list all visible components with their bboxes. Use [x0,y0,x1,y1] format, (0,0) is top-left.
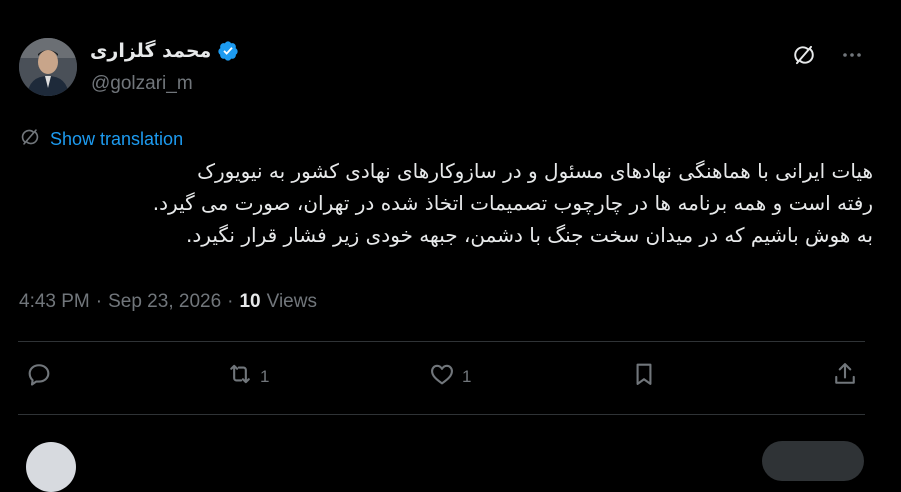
tweet-text-line: به هوش باشیم که در میدان سخت جنگ با دشمن… [186,223,873,247]
share-button[interactable] [831,360,859,393]
divider [18,414,865,415]
reply-icon [25,360,53,393]
tweet-text-line: رفته است و همه برنامه ها در چارچوب تصمیم… [152,191,873,215]
avatar-image [19,38,77,96]
avatar[interactable] [19,38,77,96]
views-label: Views [266,291,317,312]
tweet-text-line: هیات ایرانی با هماهنگی نهادهای مسئول و د… [197,159,873,183]
more-icon[interactable] [839,42,865,68]
divider [18,341,865,342]
share-icon [831,360,859,393]
tweet-meta: 4:43 PM · Sep 23, 2026 · 10 Views [19,291,317,313]
tweet-header-actions [791,42,865,68]
verified-badge-icon [217,40,239,62]
author-display-name[interactable]: محمد گلزاری [90,40,211,62]
tweet-date[interactable]: Sep 23, 2026 [108,291,221,313]
show-translation-link[interactable]: Show translation [50,129,183,150]
retweet-count: 1 [260,366,270,386]
reply-button[interactable] [25,360,59,393]
tweet-text: هیات ایرانی با هماهنگی نهادهای مسئول و د… [13,155,873,251]
like-count: 1 [462,366,472,386]
author-name-row[interactable]: محمد گلزاری [90,40,239,62]
show-translation-row[interactable]: Show translation [19,126,183,153]
meta-separator: · [95,291,103,312]
reply-composer-button[interactable] [762,441,864,481]
tweet-time[interactable]: 4:43 PM [19,291,90,313]
bookmark-icon [630,360,658,393]
like-button[interactable]: 1 [428,360,471,393]
like-icon [428,360,456,393]
translate-icon [19,126,41,153]
bookmark-button[interactable] [630,360,658,393]
author-handle[interactable]: @golzari_m [91,73,193,95]
grok-icon[interactable] [791,42,817,68]
meta-separator: · [227,291,234,312]
views-count: 10 [239,291,261,312]
retweet-button[interactable]: 1 [226,360,269,393]
tweet-actions-bar: 1 1 [0,360,901,400]
retweet-icon [226,360,254,393]
